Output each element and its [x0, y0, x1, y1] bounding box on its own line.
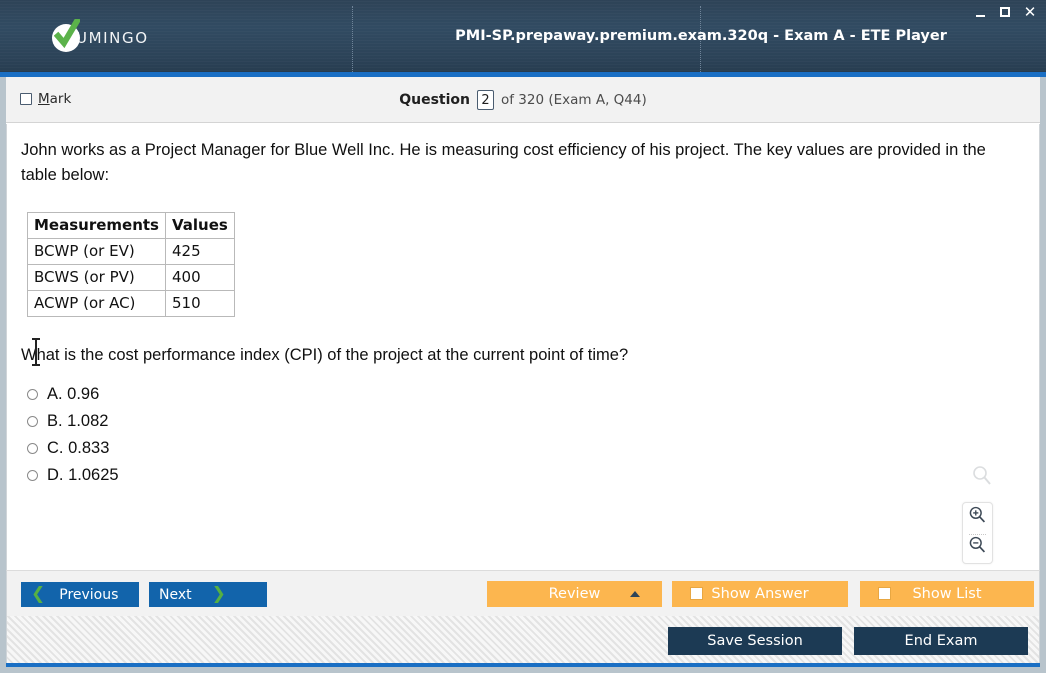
window-border-left — [0, 77, 6, 673]
footer-bar: Save Session End Exam — [6, 616, 1040, 666]
question-content-area: John works as a Project Manager for Blue… — [6, 124, 1040, 570]
table-cell-value: 510 — [164, 290, 235, 317]
show-answer-button-label: Show Answer — [711, 586, 809, 602]
brand-logo: UMINGO — [52, 19, 149, 52]
radio-icon[interactable] — [27, 416, 38, 427]
question-counter-label: Question — [399, 92, 470, 108]
table-cell-measurement: ACWP (or AC) — [27, 290, 166, 317]
end-exam-button[interactable]: End Exam — [854, 627, 1028, 655]
table-cell-measurement: BCWP (or EV) — [27, 238, 166, 265]
brand-name: UMINGO — [76, 29, 149, 47]
previous-button[interactable]: ❮ Previous — [21, 582, 139, 607]
save-session-label: Save Session — [707, 633, 803, 649]
minimize-icon — [975, 15, 985, 17]
zoom-panel-divider — [969, 534, 986, 535]
table-cell-value: 425 — [164, 238, 235, 265]
question-counter: Question 2 of 320 (Exam A, Q44) — [0, 90, 1046, 110]
review-button[interactable]: Review — [487, 581, 662, 607]
question-header-bar: Mark Question 2 of 320 (Exam A, Q44) — [0, 77, 1046, 123]
table-header-values: Values — [164, 212, 235, 239]
chevron-up-icon — [630, 591, 640, 597]
previous-button-label: Previous — [59, 586, 119, 603]
checkmark-circle-icon — [52, 19, 80, 52]
answer-option-a[interactable]: A. 0.96 — [27, 381, 1039, 408]
close-icon: ✕ — [1023, 2, 1037, 21]
zoom-controls-panel — [962, 502, 993, 564]
answer-option-label: B. 1.082 — [47, 412, 109, 430]
show-list-checkbox-icon[interactable] — [878, 587, 891, 600]
brand-panel: UMINGO — [0, 0, 352, 72]
window-controls: ✕ — [972, 4, 1038, 20]
end-exam-label: End Exam — [904, 633, 978, 649]
chevron-left-icon: ❮ — [31, 584, 46, 604]
radio-icon[interactable] — [27, 443, 38, 454]
answer-option-label: D. 1.0625 — [47, 466, 119, 484]
answer-option-label: A. 0.96 — [47, 385, 100, 403]
answer-option-d[interactable]: D. 1.0625 — [27, 462, 1039, 489]
next-button[interactable]: Next ❯ — [149, 582, 267, 607]
table-row: BCWP (or EV) 425 — [27, 238, 235, 265]
action-bar: ❮ Previous Next ❯ Review Show Answer Sho… — [6, 570, 1040, 616]
show-list-button-label: Show List — [912, 586, 982, 602]
table-header-measurements: Measurements — [27, 212, 166, 239]
zoom-in-icon[interactable] — [968, 506, 987, 530]
window-title-text: PMI-SP.prepaway.premium.exam.320q - Exam… — [455, 28, 947, 44]
close-button[interactable]: ✕ — [1022, 4, 1038, 20]
answer-options-list: A. 0.96 B. 1.082 C. 0.833 D. 1.0625 — [27, 381, 1039, 489]
table-cell-value: 400 — [164, 264, 235, 291]
maximize-button[interactable] — [997, 4, 1013, 20]
show-answer-button[interactable]: Show Answer — [672, 581, 848, 607]
answer-option-c[interactable]: C. 0.833 — [27, 435, 1039, 462]
next-button-label: Next — [159, 586, 192, 603]
question-number-field[interactable]: 2 — [477, 90, 494, 110]
chevron-right-icon: ❯ — [211, 584, 226, 604]
magnifier-icon — [971, 465, 993, 492]
radio-icon[interactable] — [27, 470, 38, 481]
question-prompt: What is the cost performance index (CPI)… — [21, 346, 629, 364]
table-header-row: Measurements Values — [27, 212, 235, 239]
ete-player-window: UMINGO PMI-SP.prepaway.premium.exam.320q… — [0, 0, 1046, 673]
answer-option-b[interactable]: B. 1.082 — [27, 408, 1039, 435]
zoom-out-icon[interactable] — [968, 536, 987, 560]
measurements-table: Measurements Values BCWP (or EV) 425 BCW… — [27, 212, 235, 317]
save-session-button[interactable]: Save Session — [668, 627, 842, 655]
answer-option-label: C. 0.833 — [47, 439, 110, 457]
table-cell-measurement: BCWS (or PV) — [27, 264, 166, 291]
window-title: PMI-SP.prepaway.premium.exam.320q - Exam… — [352, 0, 947, 72]
table-row: BCWS (or PV) 400 — [27, 264, 235, 291]
show-list-button[interactable]: Show List — [860, 581, 1034, 607]
window-border-right — [1040, 77, 1046, 673]
minimize-button[interactable] — [972, 4, 988, 20]
question-counter-total: of 320 (Exam A, Q44) — [501, 92, 647, 108]
table-row: ACWP (or AC) 510 — [27, 290, 235, 317]
window-border-bottom — [0, 667, 1046, 673]
maximize-icon — [1000, 7, 1010, 17]
question-stem: John works as a Project Manager for Blue… — [21, 141, 986, 184]
title-bar: UMINGO PMI-SP.prepaway.premium.exam.320q… — [0, 0, 1046, 77]
radio-icon[interactable] — [27, 389, 38, 400]
show-answer-checkbox-icon[interactable] — [690, 587, 703, 600]
